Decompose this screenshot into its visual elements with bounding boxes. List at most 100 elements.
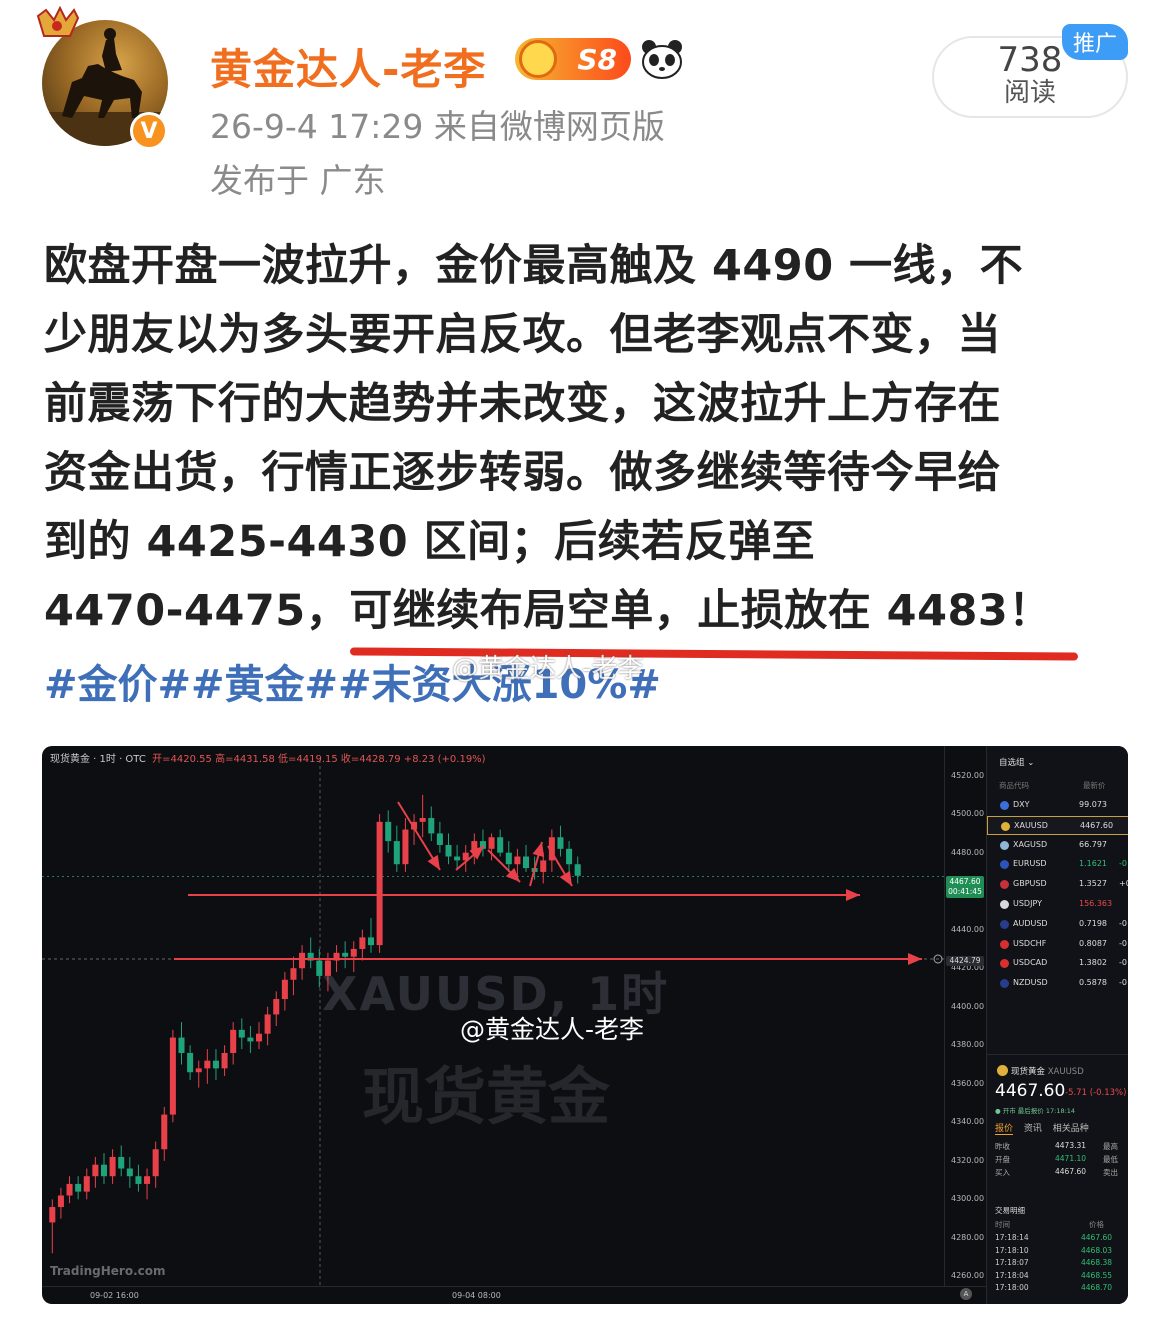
verified-badge: V xyxy=(130,112,168,150)
tab-related[interactable]: 相关品种 xyxy=(1053,1124,1089,1134)
price-chart-panel[interactable]: XAUUSD, 1时 现货黄金 现货黄金 · 1时 · OTC 开=4420.5… xyxy=(42,746,1128,1304)
auto-scale-button[interactable]: A xyxy=(960,1288,972,1300)
tradinghero-logo: TradingHero.com xyxy=(50,1264,166,1278)
promote-button[interactable]: 推广 xyxy=(1062,24,1128,60)
candle-body xyxy=(221,1052,228,1069)
y-tick-label: 4380.00 xyxy=(951,1040,985,1050)
candle-body xyxy=(367,937,374,946)
resistance-arrow-head xyxy=(846,889,860,902)
candle-body xyxy=(574,864,581,876)
watchlist-price: 66.797 xyxy=(1079,839,1107,849)
price-axis[interactable]: 4520.00 4500.00 4480.00 4440.00 4420.00 4400.… xyxy=(944,746,986,1286)
watchlist-row-nzdusd[interactable]: NZDUSD 0.5878 -0 xyxy=(987,974,1128,993)
watchlist-price: 156.363 xyxy=(1079,899,1113,908)
candle-body xyxy=(342,952,349,957)
candle-body xyxy=(256,1033,263,1042)
y-tick-label: 4440.00 xyxy=(951,924,985,934)
post-line: 少朋友以为多头要开启反攻。但老李观点不变，当 xyxy=(44,310,1001,360)
candle-body xyxy=(376,821,383,946)
y-tick-label: 4340.00 xyxy=(951,1117,985,1127)
member-level-badge[interactable]: S8 xyxy=(515,38,631,80)
flag-icon xyxy=(1001,821,1010,831)
post-line: 前震荡下行的大趋势并未改变，这波拉升上方存在 xyxy=(44,379,1001,429)
watchlist-price: 1.1621 xyxy=(1079,859,1107,869)
watchlist-row-dxy[interactable]: DXY 99.073 xyxy=(987,796,1128,815)
candle-body xyxy=(488,837,495,849)
watchlist-symbol: USDJPY xyxy=(1013,899,1042,908)
watchlist-symbol: AUDUSD xyxy=(1013,918,1048,928)
read-label: 阅读 xyxy=(1003,78,1056,108)
y-tick-label: 4280.00 xyxy=(951,1232,985,1242)
y-tick-label: 4360.00 xyxy=(951,1078,985,1088)
y-tick-label: 4260.00 xyxy=(951,1271,985,1281)
col-price: 最新价 xyxy=(1083,781,1106,790)
candle-body xyxy=(514,856,521,865)
candle-body xyxy=(290,968,297,980)
watchlist-change: -0 xyxy=(1119,938,1127,948)
last-price-value: 4467.60 xyxy=(949,877,981,886)
gold-coin-icon xyxy=(997,1065,1008,1076)
time-axis[interactable]: 09-02 16:00 09-04 08:00 xyxy=(42,1286,986,1304)
watchlist-row-xauusd[interactable]: XAUUSD 4467.60 xyxy=(987,815,1128,835)
candle-body xyxy=(350,948,357,957)
watchlist-symbol: GBPUSD xyxy=(1013,879,1047,889)
watchlist-row-usdcad[interactable]: USDCAD 1.3802 -0 xyxy=(987,954,1128,973)
candle-body xyxy=(454,856,461,861)
candle-body xyxy=(109,1156,116,1177)
post-line: 到的 4425-4430 区间；后续若反弹至 xyxy=(44,517,816,567)
watchlist-price: 1.3527 xyxy=(1079,879,1107,889)
y-tick-label: 4500.00 xyxy=(951,809,985,819)
author-name[interactable]: 黄金达人-老李 xyxy=(210,36,486,97)
candle-body xyxy=(57,1195,64,1208)
candle-body xyxy=(212,1060,219,1069)
flag-icon xyxy=(1000,919,1009,929)
candle-body xyxy=(385,821,392,842)
watchlist-row-gbpusd[interactable]: GBPUSD 1.3527 +0 xyxy=(987,875,1128,894)
candle-body xyxy=(144,1176,151,1184)
candle-body xyxy=(178,1037,185,1053)
watchlist-title[interactable]: 自选组 ⌄ xyxy=(999,756,1034,768)
watchlist-row-eurusd[interactable]: EURUSD 1.1621 -0 xyxy=(987,855,1128,874)
candle-body xyxy=(100,1164,107,1177)
bar-countdown: 00:41:45 xyxy=(948,887,982,896)
flag-icon xyxy=(1000,880,1009,890)
y-tick-label: 4400.00 xyxy=(951,1001,985,1011)
x-tick-label: 09-02 16:00 xyxy=(90,1291,139,1300)
tab-quote[interactable]: 报价 xyxy=(995,1124,1014,1135)
candle-body xyxy=(566,848,573,865)
candle-body xyxy=(187,1052,194,1073)
candle-body xyxy=(169,1037,176,1115)
chart-symbol-label: 现货黄金 · 1时 · OTC xyxy=(50,754,146,765)
candle-body xyxy=(436,833,443,845)
chevron-down-icon: ⌄ xyxy=(1027,758,1035,768)
watchlist-symbol: XAGUSD xyxy=(1013,839,1048,849)
member-face-icon xyxy=(519,40,557,78)
crosshair-price-tag: 4424.79 xyxy=(946,956,984,966)
candle-body xyxy=(135,1176,142,1184)
quote-name: 现货黄金 XAUUSD xyxy=(1011,1067,1084,1077)
candle-body xyxy=(247,1037,254,1042)
candle-body xyxy=(324,960,331,976)
crown-frame-icon xyxy=(36,6,80,37)
candle-body xyxy=(92,1164,99,1177)
y-tick-label: 4300.00 xyxy=(951,1194,985,1204)
watchlist-price: 1.3802 xyxy=(1079,958,1107,968)
watchlist-change: -0 xyxy=(1119,859,1127,869)
post-line: 资金出货，行情正逐步转弱。做多继续等待今早给 xyxy=(44,448,1001,498)
watchlist-row-usdjpy[interactable]: USDJPY 156.363 xyxy=(987,895,1128,914)
watchlist-symbol: USDCHF xyxy=(1013,938,1047,948)
candle-body xyxy=(195,1068,202,1073)
watchlist-row-xagusd[interactable]: XAGUSD 66.797 xyxy=(987,836,1128,855)
tab-news[interactable]: 资讯 xyxy=(1024,1124,1042,1134)
candle-body xyxy=(118,1156,125,1169)
watchlist-change: -0 xyxy=(1119,918,1127,928)
panda-icon xyxy=(642,40,682,79)
flag-icon xyxy=(1000,840,1009,850)
watchlist-price: 99.073 xyxy=(1079,800,1107,809)
candle-body xyxy=(83,1176,90,1192)
watchlist-row-audusd[interactable]: AUDUSD 0.7198 -0 xyxy=(987,915,1128,934)
watchlist-row-usdchf[interactable]: USDCHF 0.8087 -0 xyxy=(987,935,1128,954)
candle-body xyxy=(497,837,504,853)
col-code: 商品代码 xyxy=(999,781,1029,790)
candle-body xyxy=(152,1149,159,1177)
